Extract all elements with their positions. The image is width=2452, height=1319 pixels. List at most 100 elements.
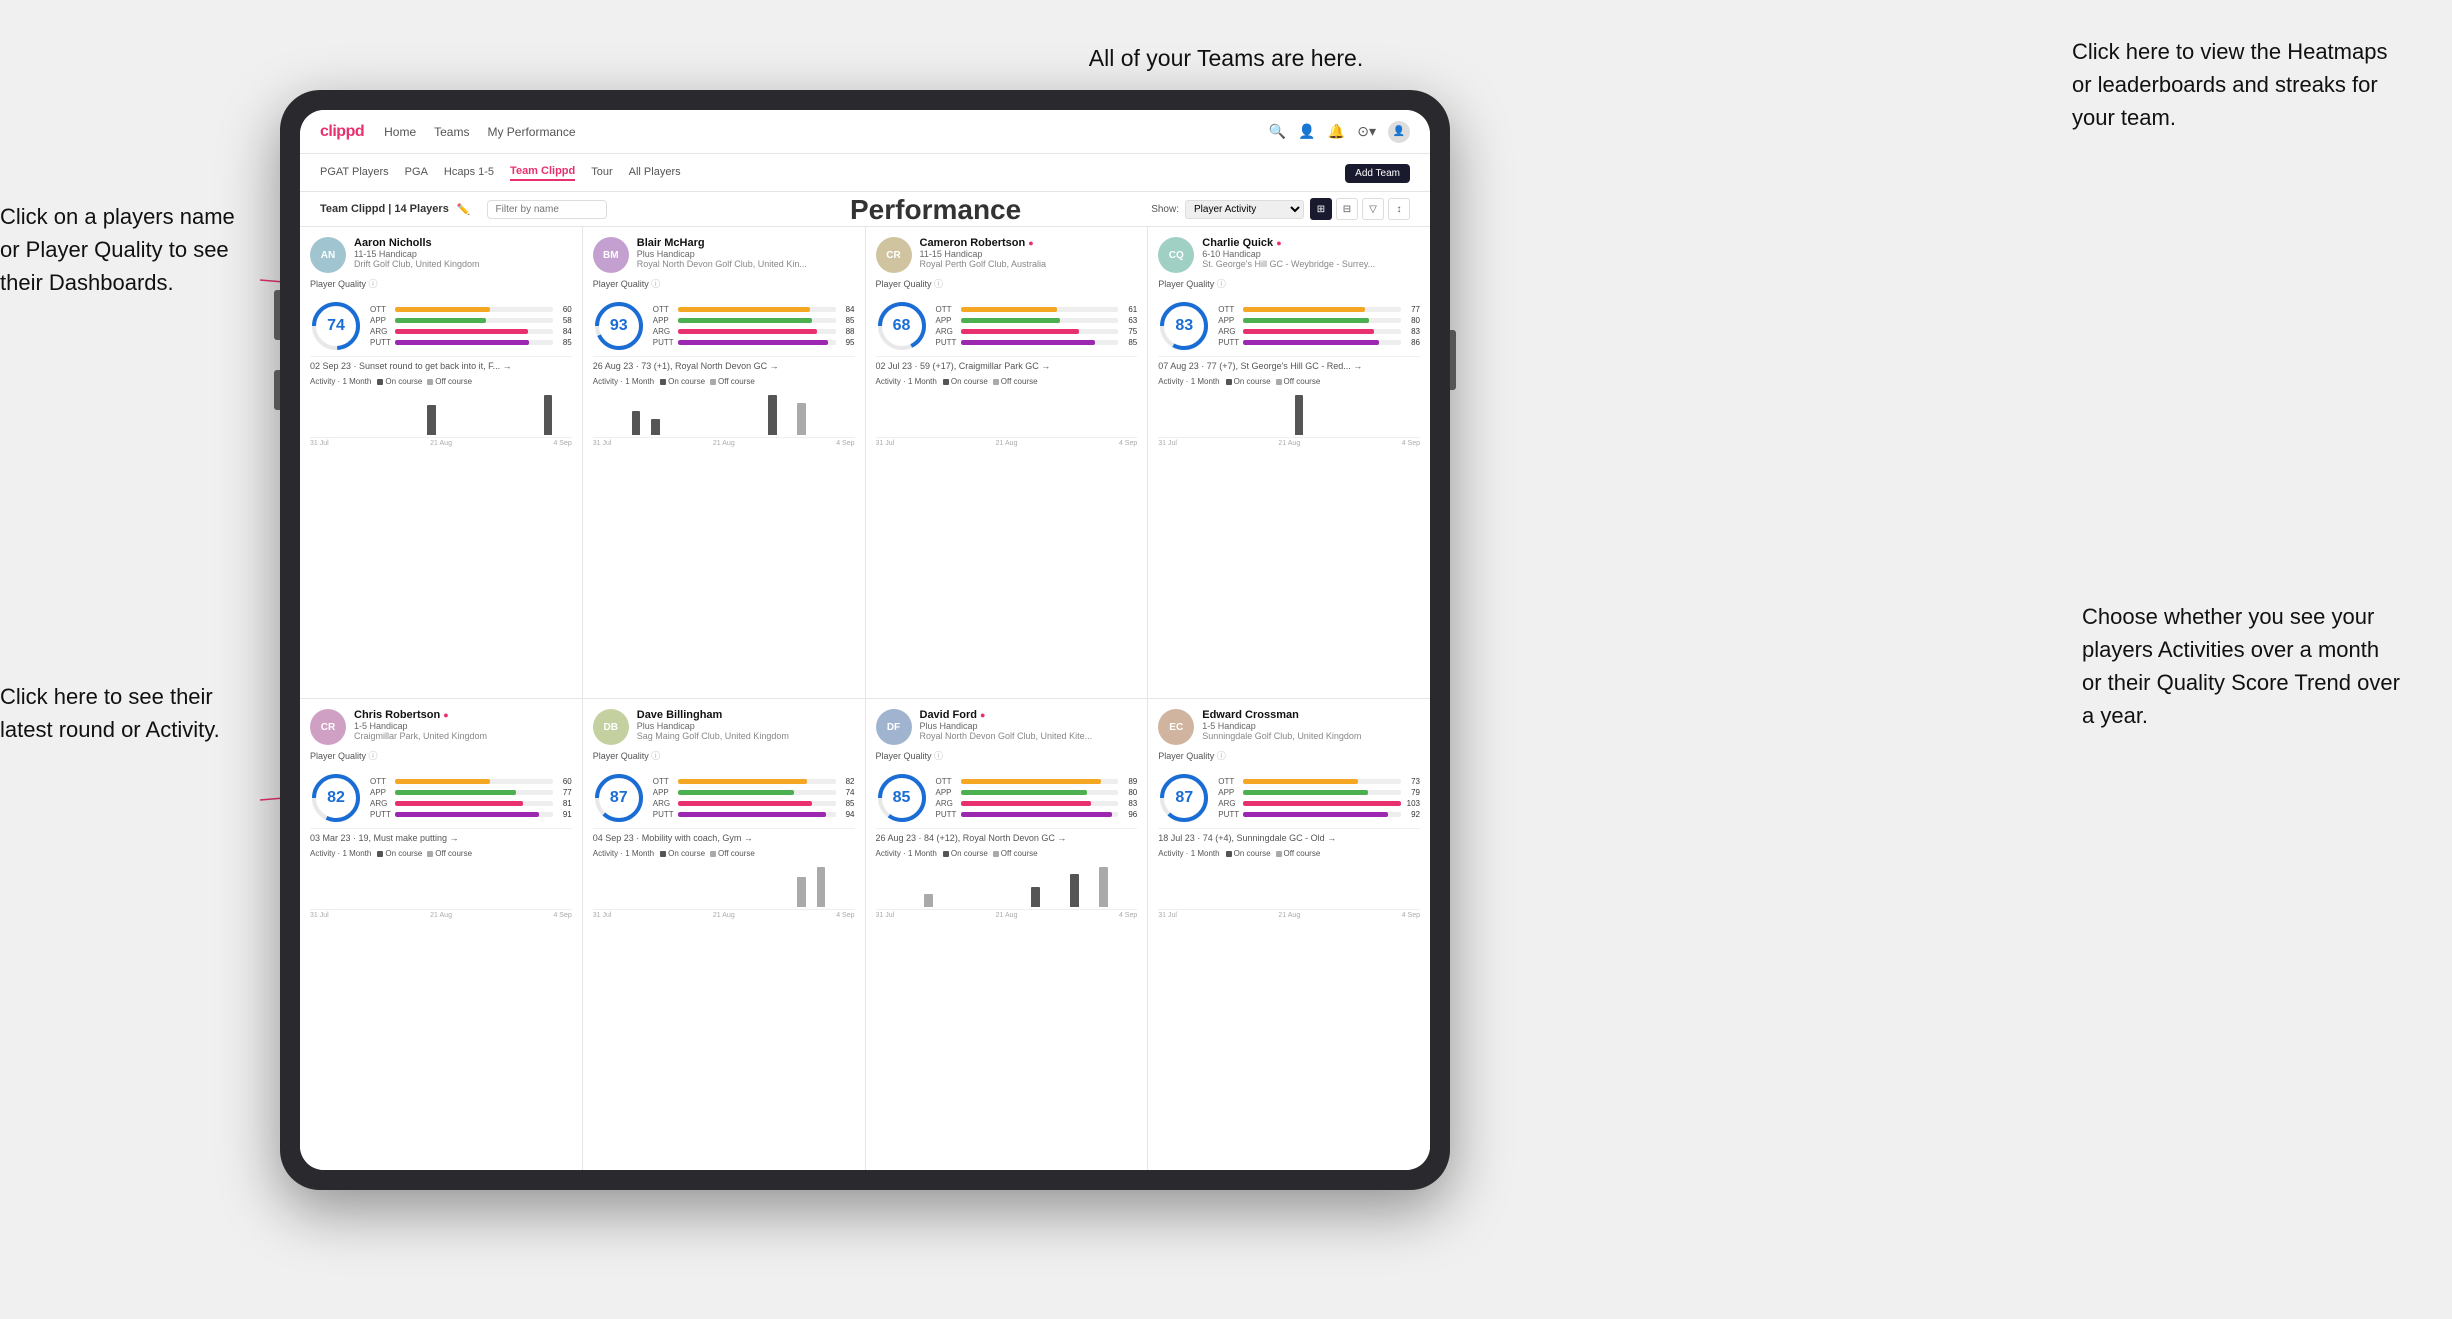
player-handicap: 1-5 Handicap — [1202, 721, 1420, 731]
latest-round[interactable]: 02 Sep 23 · Sunset round to get back int… — [310, 356, 572, 371]
nav-performance[interactable]: My Performance — [487, 125, 575, 139]
latest-round[interactable]: 02 Jul 23 · 59 (+17), Craigmillar Park G… — [876, 356, 1138, 371]
player-name[interactable]: Blair McHarg — [637, 237, 855, 249]
chart-area — [1158, 388, 1420, 438]
grid-view-icon[interactable]: ⊞ — [1310, 198, 1332, 220]
settings-icon[interactable]: ⊙▾ — [1357, 123, 1376, 140]
quality-circle[interactable]: 93 — [593, 300, 645, 352]
latest-round[interactable]: 03 Mar 23 · 19, Must make putting → — [310, 828, 572, 843]
latest-round[interactable]: 04 Sep 23 · Mobility with coach, Gym → — [593, 828, 855, 843]
quality-section[interactable]: 82 OTT 60 APP 77 ARG 81 — [310, 772, 572, 824]
player-name[interactable]: Cameron Robertson ● — [920, 237, 1138, 249]
show-select[interactable]: Player Activity Quality Score Trend — [1185, 200, 1304, 219]
latest-round[interactable]: 26 Aug 23 · 73 (+1), Royal North Devon G… — [593, 356, 855, 371]
quality-circle[interactable]: 87 — [1158, 772, 1210, 824]
quality-circle[interactable]: 85 — [876, 772, 928, 824]
latest-round[interactable]: 18 Jul 23 · 74 (+4), Sunningdale GC - Ol… — [1158, 828, 1420, 843]
activity-header: Activity · 1 Month On course Off course — [1158, 849, 1420, 858]
search-icon[interactable]: 🔍 — [1269, 123, 1286, 140]
chart-date-1: 31 Jul — [1158, 440, 1177, 447]
player-club: Sag Maing Golf Club, United Kingdom — [637, 731, 855, 741]
player-name[interactable]: Charlie Quick ● — [1202, 237, 1420, 249]
profile-icon[interactable]: 👤 — [1298, 123, 1315, 140]
latest-round-text: 26 Aug 23 · 84 (+12), Royal North Devon … — [876, 833, 1138, 843]
quality-circle[interactable]: 68 — [876, 300, 928, 352]
player-card[interactable]: CR Cameron Robertson ● 11-15 Handicap Ro… — [866, 227, 1148, 698]
off-course-dot — [1276, 379, 1282, 385]
annotation-top-center: All of your Teams are here. — [1089, 42, 1363, 74]
player-card[interactable]: DB Dave Billingham Plus Handicap Sag Mai… — [583, 699, 865, 1170]
activity-section: Activity · 1 Month On course Off course … — [876, 377, 1138, 447]
activity-header: Activity · 1 Month On course Off course — [310, 849, 572, 858]
edit-icon[interactable]: ✏️ — [457, 203, 471, 216]
tab-hcaps[interactable]: Hcaps 1-5 — [444, 166, 494, 180]
activity-section: Activity · 1 Month On course Off course … — [876, 849, 1138, 919]
chart-labels: 31 Jul 21 Aug 4 Sep — [310, 912, 572, 919]
tab-tour[interactable]: Tour — [591, 166, 612, 180]
search-input[interactable] — [487, 200, 607, 219]
tab-pga[interactable]: PGA — [405, 166, 428, 180]
player-card[interactable]: CR Chris Robertson ● 1-5 Handicap Craigm… — [300, 699, 582, 1170]
quality-section[interactable]: 93 OTT 84 APP 85 ARG 88 — [593, 300, 855, 352]
player-card[interactable]: BM Blair McHarg Plus Handicap Royal Nort… — [583, 227, 865, 698]
quality-number: 68 — [893, 317, 911, 335]
player-name[interactable]: Dave Billingham — [637, 709, 855, 721]
player-name[interactable]: Edward Crossman — [1202, 709, 1420, 721]
chart-date-1: 31 Jul — [310, 912, 329, 919]
chart-labels: 31 Jul 21 Aug 4 Sep — [1158, 912, 1420, 919]
player-name[interactable]: Chris Robertson ● — [354, 709, 572, 721]
quality-number: 74 — [327, 317, 345, 335]
tab-all-players[interactable]: All Players — [629, 166, 681, 180]
player-name[interactable]: Aaron Nicholls — [354, 237, 572, 249]
quality-section[interactable]: 74 OTT 60 APP 58 ARG 84 — [310, 300, 572, 352]
activity-label: Activity · 1 Month — [593, 377, 654, 386]
quality-bars: OTT 60 APP 58 ARG 84 PUTT 8 — [370, 305, 572, 347]
user-avatar-icon[interactable]: 👤 — [1388, 121, 1410, 143]
quality-section[interactable]: 87 OTT 73 APP 79 ARG 103 — [1158, 772, 1420, 824]
player-handicap: Plus Handicap — [920, 721, 1138, 731]
tab-team-clippd[interactable]: Team Clippd — [510, 165, 575, 181]
off-course-label: Off course — [718, 849, 755, 858]
quality-number: 85 — [893, 789, 911, 807]
player-club: Royal North Devon Golf Club, United Kite… — [920, 731, 1138, 741]
nav-home[interactable]: Home — [384, 125, 416, 139]
player-card[interactable]: CQ Charlie Quick ● 6-10 Handicap St. Geo… — [1148, 227, 1430, 698]
player-card[interactable]: DF David Ford ● Plus Handicap Royal Nort… — [866, 699, 1148, 1170]
notifications-icon[interactable]: 🔔 — [1328, 123, 1345, 140]
quality-circle[interactable]: 82 — [310, 772, 362, 824]
latest-round[interactable]: 07 Aug 23 · 77 (+7), St George's Hill GC… — [1158, 356, 1420, 371]
player-card[interactable]: AN Aaron Nicholls 11-15 Handicap Drift G… — [300, 227, 582, 698]
quality-bars: OTT 61 APP 63 ARG 75 PUTT 8 — [936, 305, 1138, 347]
quality-circle[interactable]: 83 — [1158, 300, 1210, 352]
add-team-button[interactable]: Add Team — [1345, 164, 1410, 183]
activity-label: Activity · 1 Month — [593, 849, 654, 858]
off-course-label: Off course — [1001, 377, 1038, 386]
chart-area — [876, 860, 1138, 910]
quality-section[interactable]: 85 OTT 89 APP 80 ARG 83 — [876, 772, 1138, 824]
chart-date-1: 31 Jul — [593, 440, 612, 447]
activity-section: Activity · 1 Month On course Off course … — [593, 849, 855, 919]
quality-section[interactable]: 68 OTT 61 APP 63 ARG 75 — [876, 300, 1138, 352]
quality-label: Player Quality ⓘ — [593, 749, 855, 762]
tab-pgat[interactable]: PGAT Players — [320, 166, 389, 180]
chart-date-3: 4 Sep — [1119, 912, 1137, 919]
player-name[interactable]: David Ford ● — [920, 709, 1138, 721]
sort-icon[interactable]: ↕ — [1388, 198, 1410, 220]
activity-header: Activity · 1 Month On course Off course — [876, 377, 1138, 386]
latest-round[interactable]: 26 Aug 23 · 84 (+12), Royal North Devon … — [876, 828, 1138, 843]
list-view-icon[interactable]: ⊟ — [1336, 198, 1358, 220]
player-card[interactable]: EC Edward Crossman 1-5 Handicap Sunningd… — [1148, 699, 1430, 1170]
nav-teams[interactable]: Teams — [434, 125, 469, 139]
latest-round-text: 18 Jul 23 · 74 (+4), Sunningdale GC - Ol… — [1158, 833, 1420, 843]
quality-section[interactable]: 87 OTT 82 APP 74 ARG 85 — [593, 772, 855, 824]
activity-label: Activity · 1 Month — [876, 849, 937, 858]
quality-circle[interactable]: 74 — [310, 300, 362, 352]
quality-section[interactable]: 83 OTT 77 APP 80 ARG 83 — [1158, 300, 1420, 352]
legend: On course Off course — [377, 377, 472, 386]
player-header: BM Blair McHarg Plus Handicap Royal Nort… — [593, 237, 855, 273]
player-handicap: 11-15 Handicap — [354, 249, 572, 259]
off-course-dot — [427, 379, 433, 385]
filter-icon[interactable]: ▽ — [1362, 198, 1384, 220]
navbar-links: Home Teams My Performance — [384, 125, 575, 139]
quality-circle[interactable]: 87 — [593, 772, 645, 824]
